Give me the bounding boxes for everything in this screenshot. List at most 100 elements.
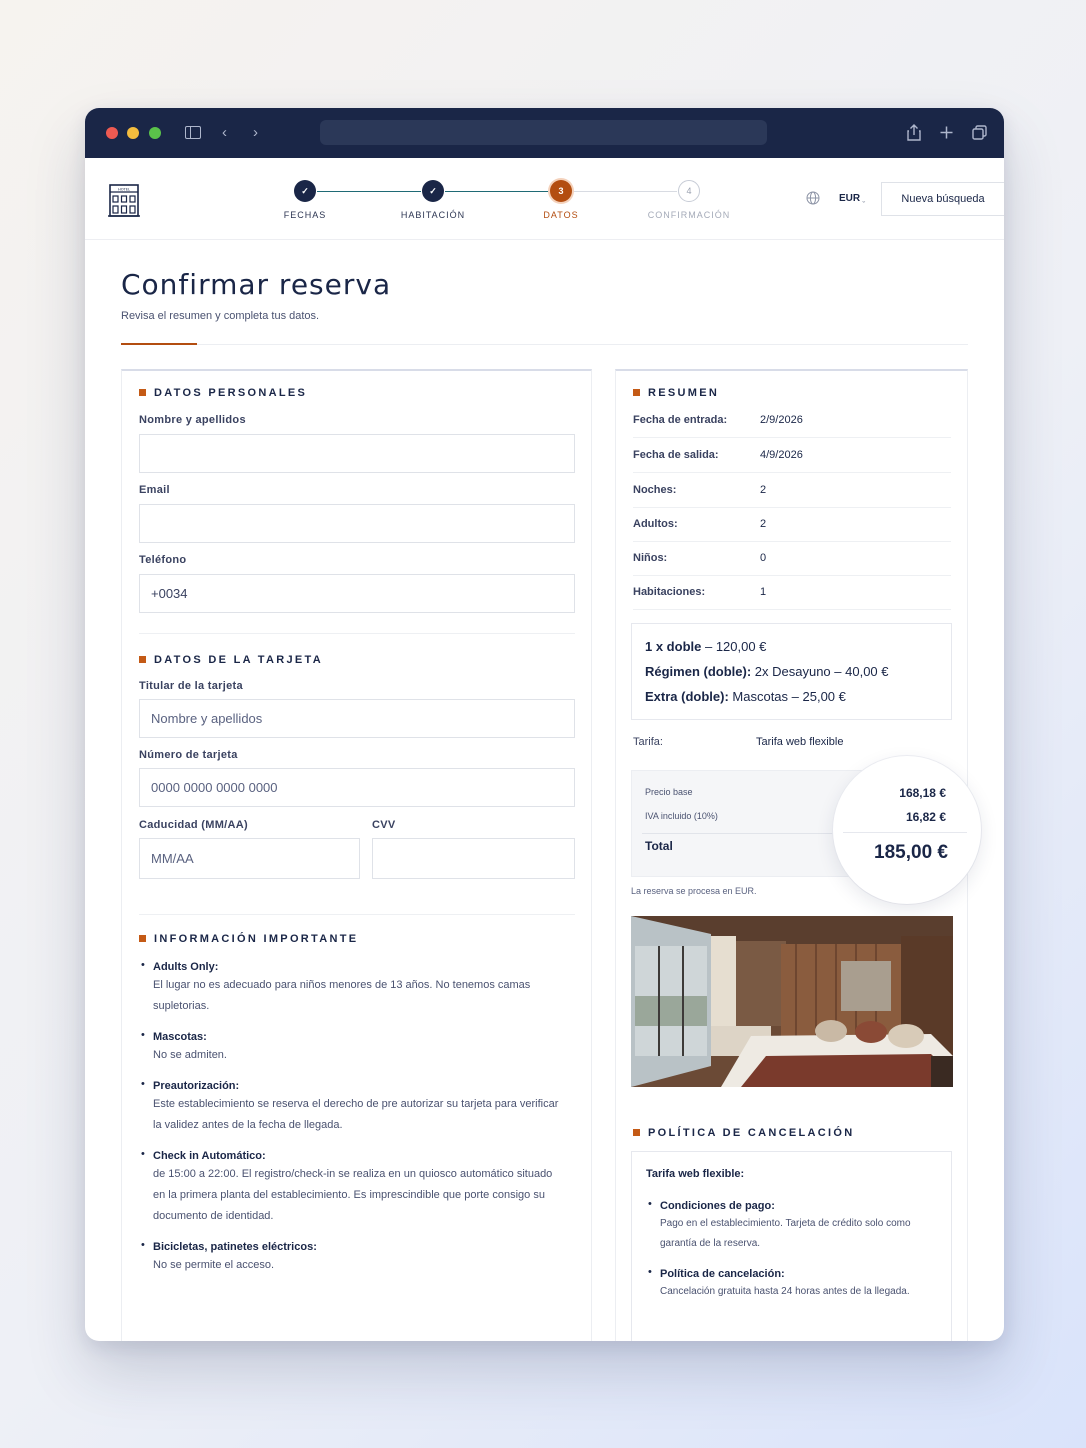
step-fechas[interactable]: ✓ FECHAS: [255, 180, 355, 220]
minimize-window-button[interactable]: [127, 127, 139, 139]
browser-window: ‹ › HOTEL ✓ FECHAS ✓ HABITACIÓN 3 DATOS …: [85, 108, 1004, 1341]
list-item: Check in Automático: de 15:00 a 22:00. E…: [139, 1148, 559, 1227]
info-item-title: Mascotas:: [153, 1031, 207, 1043]
rate-label: Tarifa:: [633, 736, 663, 748]
extra-line: Extra (doble): Mascotas – 25,00 €: [645, 689, 846, 704]
list-item: Mascotas: No se admiten.: [139, 1029, 559, 1066]
room-details-box: 1 x doble – 120,00 € Régimen (doble): 2x…: [631, 623, 952, 720]
currency-label: EUR: [839, 193, 861, 204]
personal-data-title: DATOS PERSONALES: [139, 387, 307, 399]
list-item: Condiciones de pago: Pago en el establec…: [646, 1198, 937, 1254]
summary-value: 2: [760, 518, 767, 530]
info-item-title: Check in Automático:: [153, 1150, 266, 1162]
summary-row: Noches: 2: [633, 474, 951, 508]
maximize-window-button[interactable]: [149, 127, 161, 139]
room-line: 1 x doble – 120,00 €: [645, 639, 767, 654]
currency-selector[interactable]: EUR ˬ: [839, 193, 865, 204]
cancellation-policy-box: Tarifa web flexible: Condiciones de pago…: [631, 1151, 952, 1341]
card-holder-input[interactable]: [139, 699, 575, 738]
rate-value: Tarifa web flexible: [756, 736, 844, 748]
step-habitacion[interactable]: ✓ HABITACIÓN: [383, 180, 483, 220]
forward-arrow-icon[interactable]: ›: [253, 123, 258, 143]
summary-row: Fecha de entrada: 2/9/2026: [633, 404, 951, 438]
new-tab-plus-icon[interactable]: [940, 126, 953, 139]
guest-form-panel: DATOS PERSONALES Nombre y apellidos Emai…: [121, 369, 592, 1341]
summary-label: Fecha de entrada:: [633, 414, 728, 426]
policy-item-title: Política de cancelación:: [660, 1268, 785, 1280]
summary-row: Adultos: 2: [633, 508, 951, 542]
list-item: Adults Only: El lugar no es adecuado par…: [139, 959, 559, 1017]
step-confirmacion: 4 CONFIRMACIÓN: [639, 180, 739, 220]
step-label: DATOS: [543, 210, 579, 220]
vat-label: IVA incluido (10%): [645, 811, 718, 821]
info-item-text: No se admiten.: [153, 1049, 227, 1061]
tabs-overview-icon[interactable]: [972, 125, 987, 140]
logo-text: HOTEL: [118, 188, 130, 192]
page-title: Confirmar reserva: [121, 268, 392, 301]
price-divider: [843, 832, 967, 833]
new-search-button[interactable]: Nueva búsqueda: [881, 182, 1004, 216]
globe-icon[interactable]: [806, 191, 820, 205]
info-item-text: No se permite el acceso.: [153, 1259, 275, 1271]
step-label: HABITACIÓN: [400, 210, 466, 220]
phone-label: Teléfono: [139, 554, 187, 566]
summary-value: 0: [760, 552, 767, 564]
name-input[interactable]: [139, 434, 575, 473]
list-item: Política de cancelación: Cancelación gra…: [646, 1266, 937, 1302]
info-item-title: Bicicletas, patinetes eléctricos:: [153, 1241, 317, 1253]
cvv-label: CVV: [372, 819, 396, 831]
section-separator: [139, 633, 575, 634]
summary-value: 4/9/2026: [760, 449, 803, 461]
title-divider: [121, 344, 968, 345]
summary-row: Habitaciones: 1: [633, 576, 951, 610]
back-arrow-icon[interactable]: ‹: [222, 123, 227, 143]
info-item-text: Este establecimiento se reserva el derec…: [153, 1098, 559, 1131]
browser-titlebar: ‹ ›: [85, 108, 1004, 158]
chevron-down-icon: ˬ: [860, 194, 866, 203]
address-bar[interactable]: [320, 120, 767, 145]
title-divider-accent: [121, 343, 197, 345]
summary-label: Adultos:: [633, 518, 678, 530]
card-number-input[interactable]: [139, 768, 575, 807]
share-icon[interactable]: [907, 124, 921, 141]
base-price-label: Precio base: [645, 787, 693, 797]
hotel-building-icon[interactable]: HOTEL: [107, 180, 141, 218]
summary-value: 2: [760, 484, 767, 496]
name-label: Nombre y apellidos: [139, 414, 246, 426]
important-info-title: INFORMACIÓN IMPORTANTE: [139, 933, 358, 945]
cancellation-policy-title: POLÍTICA DE CANCELACIÓN: [633, 1127, 855, 1139]
checkmark-icon: ✓: [422, 180, 444, 202]
summary-row: Niños: 0: [633, 542, 951, 576]
policy-item-title: Condiciones de pago:: [660, 1200, 775, 1212]
policy-rate-name: Tarifa web flexible:: [646, 1168, 745, 1180]
step-number: 3: [550, 180, 572, 202]
expiry-input[interactable]: [139, 838, 360, 879]
policy-item-text: Pago en el establecimiento. Tarjeta de c…: [660, 1218, 911, 1249]
checkmark-icon: ✓: [294, 180, 316, 202]
step-datos[interactable]: 3 DATOS: [511, 180, 611, 220]
policy-item-text: Cancelación gratuita hasta 24 horas ante…: [660, 1286, 910, 1297]
card-data-title: DATOS DE LA TARJETA: [139, 654, 323, 666]
summary-label: Fecha de salida:: [633, 449, 719, 461]
close-window-button[interactable]: [106, 127, 118, 139]
regimen-line: Régimen (doble): 2x Desayuno – 40,00 €: [645, 664, 889, 679]
summary-title: RESUMEN: [633, 387, 719, 399]
info-item-text: de 15:00 a 22:00. El registro/check-in s…: [153, 1168, 553, 1222]
sidebar-toggle-icon[interactable]: [185, 126, 201, 139]
card-number-label: Número de tarjeta: [139, 749, 238, 761]
list-item: Bicicletas, patinetes eléctricos: No se …: [139, 1239, 559, 1276]
summary-label: Niños:: [633, 552, 668, 564]
vat-value: 16,82 €: [905, 810, 946, 824]
info-item-title: Adults Only:: [153, 961, 219, 973]
step-number: 4: [678, 180, 700, 202]
base-price-value: 168,18 €: [899, 786, 946, 800]
summary-label: Habitaciones:: [633, 586, 706, 598]
important-info-list: Adults Only: El lugar no es adecuado par…: [139, 959, 559, 1288]
list-item: Preautorización: Este establecimiento se…: [139, 1078, 559, 1136]
info-item-title: Preautorización:: [153, 1080, 240, 1092]
email-input[interactable]: [139, 504, 575, 543]
cvv-input[interactable]: [372, 838, 575, 879]
currency-note: La reserva se procesa en EUR.: [631, 886, 757, 896]
phone-input[interactable]: [139, 574, 575, 613]
summary-row: Fecha de salida: 4/9/2026: [633, 439, 951, 473]
